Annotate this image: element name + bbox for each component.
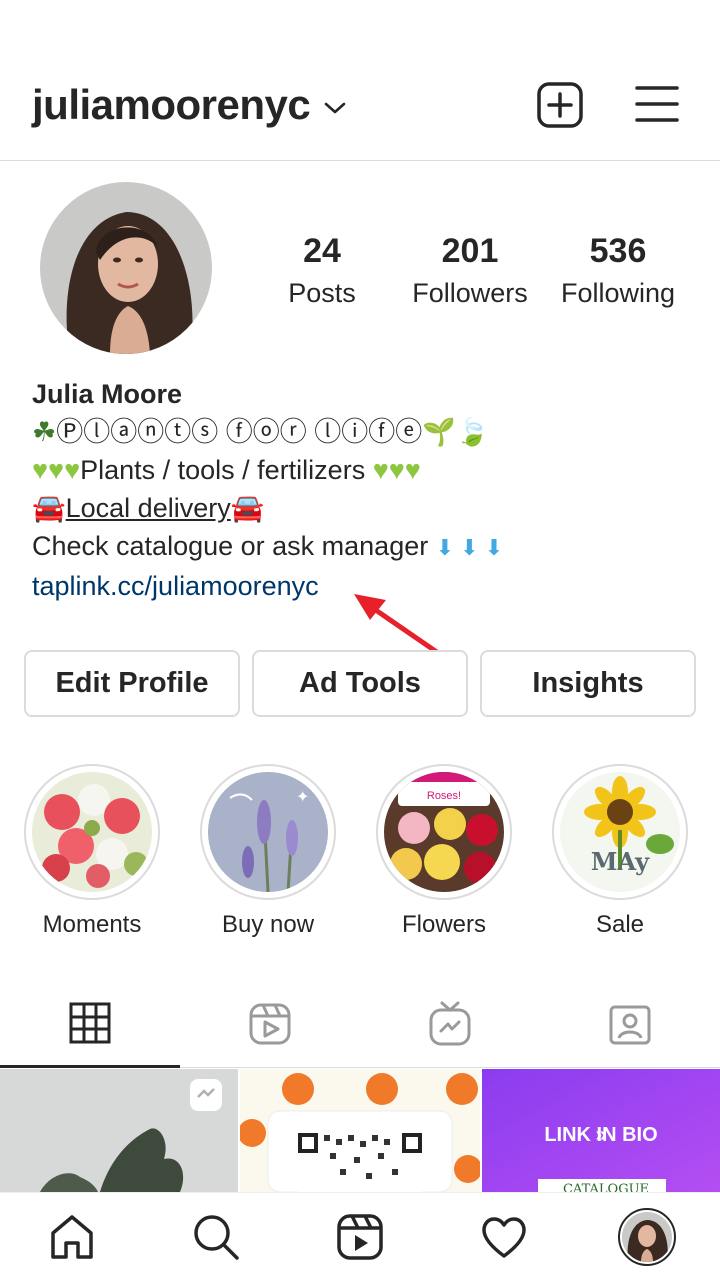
highlight-image: ✦	[208, 772, 328, 892]
edit-profile-button[interactable]: Edit Profile	[24, 650, 240, 717]
bio-line-3: 🚘Local delivery🚘	[32, 489, 692, 527]
bio-text-1: Ⓟⓛⓐⓝⓣⓢ ⓕⓞⓡ ⓛⓘⓕⓔ	[56, 417, 423, 447]
down-arrow-icon: ⬇ ⬇ ⬇	[435, 535, 504, 560]
car-icon: 🚘	[32, 493, 66, 523]
profile-avatar	[622, 1212, 672, 1262]
bio-line-4: Check catalogue or ask manager ⬇ ⬇ ⬇	[32, 527, 692, 567]
followers-count[interactable]: 201 Followers	[400, 230, 540, 314]
reels-icon	[249, 1003, 291, 1045]
nav-search[interactable]	[190, 1211, 242, 1263]
heart-icon	[482, 1217, 526, 1258]
seedling-icon: 🌱	[422, 417, 456, 447]
highlight-buy-now[interactable]: ✦ Buy now	[200, 764, 336, 940]
home-icon	[51, 1215, 93, 1259]
tagged-icon	[609, 1005, 651, 1045]
posts-number: 24	[303, 232, 341, 270]
leaf-icon: 🍃	[455, 417, 490, 447]
highlight-label: Flowers	[401, 911, 486, 938]
profile-bio: Julia Moore ☘Ⓟⓛⓐⓝⓣⓢ ⓕⓞⓡ ⓛⓘⓕⓔ🌱🍃 ♥♥♥Plants…	[32, 375, 692, 605]
avatar-photo	[40, 182, 212, 354]
highlight-sale[interactable]: MAy Sale	[552, 764, 688, 940]
insights-button[interactable]: Insights	[480, 650, 696, 717]
profile-header: juliamoorenyc	[0, 0, 720, 161]
bio-text-3: Local delivery	[65, 493, 231, 523]
chevron-down-icon	[324, 102, 346, 114]
profile-tabs	[0, 980, 720, 1068]
bio-line-1: ☘Ⓟⓛⓐⓝⓣⓢ ⓕⓞⓡ ⓛⓘⓕⓔ🌱🍃	[32, 413, 692, 451]
post-grid: » LINK IN BIO CATALOGUE	[0, 1069, 720, 1192]
highlight-ring: Roses!	[376, 764, 512, 900]
username: juliamoorenyc	[32, 81, 311, 128]
car-icon: 🚘	[230, 493, 265, 523]
ad-tools-button[interactable]: Ad Tools	[252, 650, 468, 717]
nav-reels[interactable]	[334, 1211, 386, 1263]
bio-text-2: Plants / tools / fertilizers	[80, 455, 366, 485]
profile-avatar[interactable]	[40, 182, 212, 354]
bottom-navigation	[0, 1192, 720, 1280]
account-switcher[interactable]: juliamoorenyc	[32, 80, 346, 130]
highlight-ring: ✦	[200, 764, 336, 900]
highlight-label: Moments	[42, 911, 142, 938]
sale-letters: MAy	[591, 847, 650, 876]
igtv-icon	[429, 1001, 471, 1046]
followers-number: 201	[441, 232, 499, 270]
bio-line-2: ♥♥♥Plants / tools / fertilizers ♥♥♥	[32, 451, 692, 489]
grid-icon	[69, 1002, 111, 1043]
reels-icon	[337, 1214, 383, 1260]
svg-text:✦: ✦	[296, 787, 309, 806]
nav-profile-avatar[interactable]	[618, 1208, 676, 1266]
grid-post-1[interactable]	[0, 1069, 238, 1192]
posts-label: Posts	[288, 278, 356, 308]
posts-count[interactable]: 24 Posts	[272, 230, 372, 314]
flowers-caption: Roses!	[427, 790, 461, 802]
display-name: Julia Moore	[32, 379, 183, 409]
followers-label: Followers	[412, 278, 528, 308]
following-count[interactable]: 536 Following	[548, 230, 688, 314]
highlight-image: Roses!	[384, 772, 504, 892]
highlight-image: MAy	[560, 772, 680, 892]
post-3-text: LINK IN BIO	[544, 1124, 657, 1146]
green-heart-icon: ♥♥♥	[372, 455, 421, 485]
tab-grid[interactable]	[0, 980, 180, 1068]
grid-post-2[interactable]	[240, 1069, 480, 1192]
highlight-moments[interactable]: Moments	[24, 764, 160, 940]
menu-icon[interactable]	[634, 82, 680, 128]
nav-activity[interactable]	[478, 1211, 530, 1263]
bio-text-4: Check catalogue or ask manager	[32, 531, 429, 561]
green-heart-icon: ♥♥♥	[32, 455, 81, 485]
following-label: Following	[560, 278, 676, 308]
nav-home[interactable]	[46, 1211, 98, 1263]
search-icon	[194, 1215, 239, 1260]
highlight-ring: MAy	[552, 764, 688, 900]
tab-tagged[interactable]	[540, 980, 720, 1068]
shamrock-icon: ☘	[32, 417, 57, 447]
highlight-flowers[interactable]: Roses! Flowers	[376, 764, 512, 940]
highlight-label: Sale	[595, 911, 645, 938]
highlight-label: Buy now	[221, 911, 315, 938]
new-post-icon[interactable]	[537, 82, 583, 128]
tab-igtv[interactable]	[360, 980, 540, 1068]
highlight-ring	[24, 764, 160, 900]
following-number: 536	[589, 232, 647, 270]
post-3-sub: CATALOGUE	[563, 1182, 649, 1192]
tab-reels[interactable]	[180, 980, 360, 1068]
grid-post-3[interactable]: » LINK IN BIO CATALOGUE	[482, 1069, 720, 1192]
highlight-image	[32, 772, 152, 892]
